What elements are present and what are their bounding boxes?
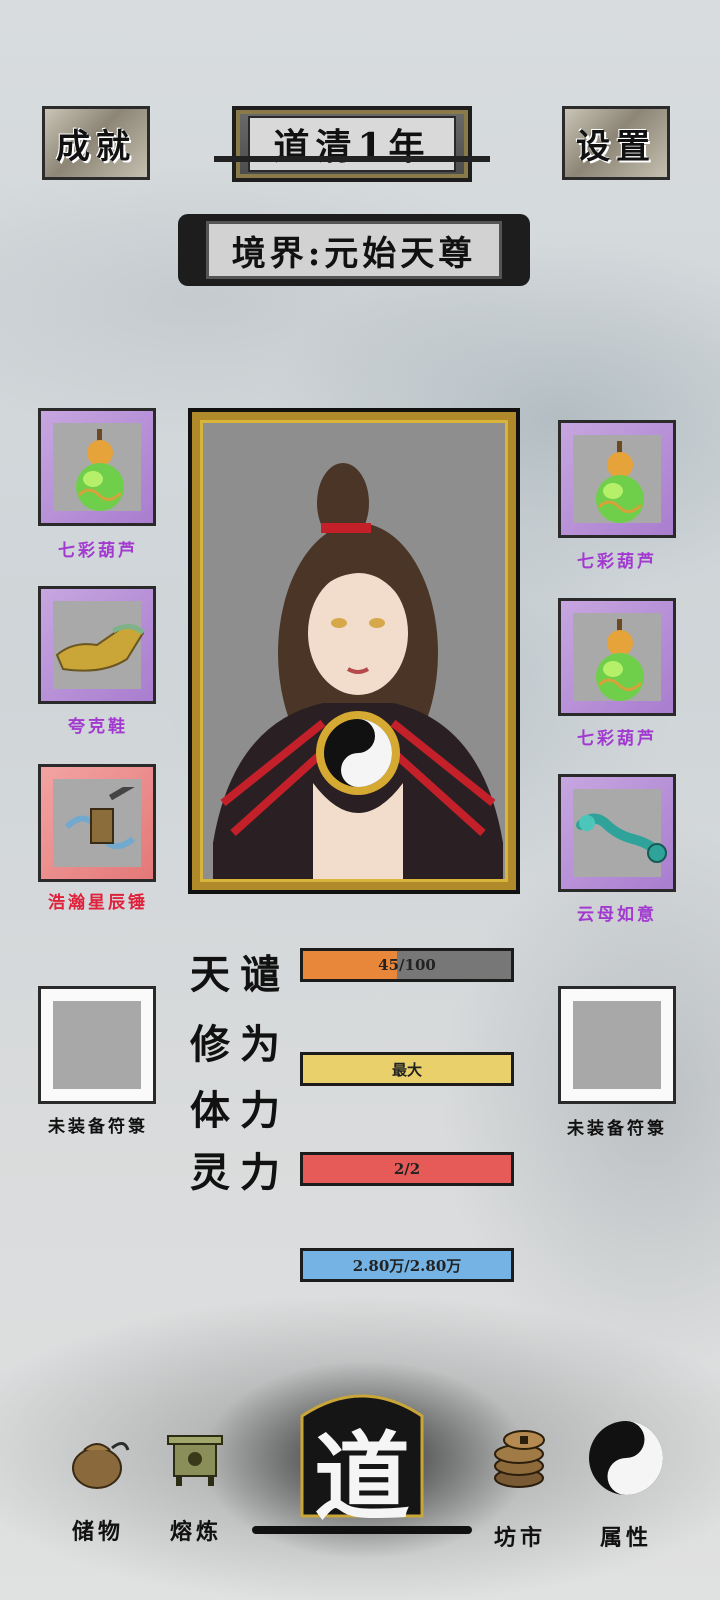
year-plate: 道清1年 <box>232 106 472 182</box>
talisman-label-left: 未装备符箓 <box>18 1112 178 1137</box>
stat-bar-stamina: 2/2 <box>300 1152 514 1186</box>
nav-storage-label: 储物 <box>71 1519 124 1545</box>
equip-slot-right-1[interactable] <box>558 420 676 538</box>
nav-attributes-label: 属性 <box>599 1525 652 1551</box>
settings-button[interactable]: 设置 <box>562 106 670 180</box>
equip-slot-left-1[interactable] <box>38 408 156 526</box>
talisman-slot-left[interactable] <box>38 986 156 1104</box>
stat-bar-cultivation: 最大 <box>300 1052 514 1086</box>
equip-slot-right-3[interactable] <box>558 774 676 892</box>
stat-bar-heavenly-punishment: 45/100 <box>300 948 514 982</box>
stat-bar-spirit: 2.80万/2.80万 <box>300 1248 514 1282</box>
settings-label: 设置 <box>576 126 656 167</box>
equip-label-right-1: 七彩葫芦 <box>537 547 697 572</box>
equip-name: 七彩葫芦 <box>577 729 657 749</box>
year-plate-rod <box>214 156 490 162</box>
talisman-text: 未装备符箓 <box>48 1117 148 1137</box>
equip-label-right-3: 云母如意 <box>537 900 697 925</box>
talisman-slot-right[interactable] <box>558 986 676 1104</box>
equip-label-left-3: 浩瀚星辰锤 <box>18 888 178 913</box>
achievement-button[interactable]: 成就 <box>42 106 150 180</box>
slot-face <box>53 1001 141 1089</box>
equip-name: 夸克鞋 <box>68 717 128 737</box>
character-figure <box>213 463 503 879</box>
stat-value: 最大 <box>391 1060 422 1079</box>
stat-label-spirit: 灵力 <box>190 1149 290 1196</box>
nav-center-dao[interactable]: 道 <box>252 1380 472 1540</box>
character-portrait <box>200 420 508 882</box>
equip-slot-left-2[interactable] <box>38 586 156 704</box>
stat-value: 2/2 <box>393 1160 421 1178</box>
ruyi-icon <box>576 813 667 863</box>
nav-center-label: 道 <box>314 1421 410 1534</box>
equip-label-right-2: 七彩葫芦 <box>537 724 697 749</box>
achievement-label: 成就 <box>56 126 136 167</box>
equip-name: 云母如意 <box>577 905 657 925</box>
shoe-icon <box>55 624 145 672</box>
hammer-icon <box>64 787 137 849</box>
equip-name: 七彩葫芦 <box>577 552 657 572</box>
furnace-icon <box>167 1435 223 1486</box>
slot-face <box>573 1001 661 1089</box>
realm-plate: 境界:元始天尊 <box>178 214 530 286</box>
coins-icon <box>494 1430 545 1488</box>
nav-refine[interactable]: 熔炼 <box>146 1422 246 1562</box>
equip-name: 七彩葫芦 <box>58 541 138 561</box>
character-portrait-frame <box>188 408 520 894</box>
equip-name: 浩瀚星辰锤 <box>48 893 148 913</box>
gourd-icon <box>596 441 644 523</box>
bag-icon <box>72 1442 130 1489</box>
gourd-icon <box>76 429 124 511</box>
nav-market[interactable]: 坊市 <box>470 1422 570 1562</box>
stat-value: 45/100 <box>378 956 436 974</box>
stat-value: 2.80万/2.80万 <box>352 1256 462 1275</box>
nav-refine-label: 熔炼 <box>169 1519 222 1545</box>
gourd-icon <box>596 619 644 701</box>
equip-slot-left-3[interactable] <box>38 764 156 882</box>
realm-label: 境界:元始天尊 <box>231 233 477 274</box>
talisman-label-right: 未装备符箓 <box>537 1114 697 1139</box>
year-title: 道清1年 <box>273 126 431 168</box>
talisman-text: 未装备符箓 <box>567 1119 667 1139</box>
yinyang-icon <box>589 1421 663 1495</box>
equip-slot-right-2[interactable] <box>558 598 676 716</box>
nav-center-base <box>252 1526 472 1534</box>
nav-storage[interactable]: 储物 <box>48 1422 148 1562</box>
stat-label-stamina: 体力 <box>190 1087 290 1134</box>
equip-label-left-1: 七彩葫芦 <box>18 536 178 561</box>
nav-market-label: 坊市 <box>493 1525 546 1551</box>
equip-label-left-2: 夸克鞋 <box>18 712 178 737</box>
stat-label-cultivation: 修为 <box>190 1021 290 1068</box>
stat-label-heavenly-punishment: 天谴 <box>190 951 290 998</box>
nav-attributes[interactable]: 属性 <box>576 1418 676 1558</box>
